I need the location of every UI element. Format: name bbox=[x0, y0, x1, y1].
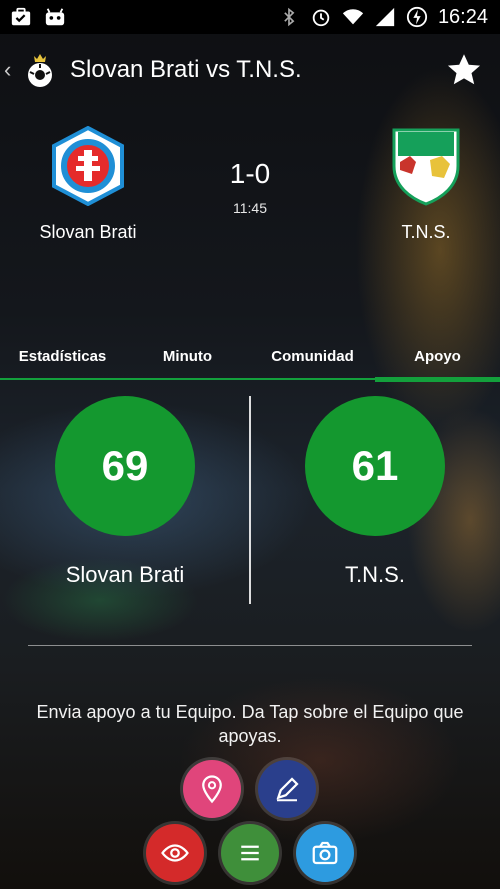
away-support-team-name[interactable]: T.N.S. bbox=[250, 562, 500, 588]
menu-icon bbox=[241, 845, 259, 861]
menu-button[interactable] bbox=[221, 824, 279, 882]
home-team-crest-icon bbox=[48, 125, 128, 207]
alarm-icon bbox=[310, 6, 332, 28]
home-support-button[interactable]: 69 bbox=[55, 396, 195, 536]
page-title: Slovan Brati vs T.N.S. bbox=[70, 56, 302, 83]
match-time: 11:45 bbox=[233, 200, 267, 216]
briefcase-check-icon bbox=[10, 6, 32, 28]
home-team[interactable]: Slovan Brati bbox=[8, 125, 168, 243]
battery-charging-icon bbox=[406, 6, 428, 28]
status-bar: 16:24 bbox=[0, 0, 500, 34]
chevron-left-icon[interactable]: ‹ bbox=[4, 57, 20, 83]
status-time: 16:24 bbox=[437, 5, 488, 28]
divider-horizontal bbox=[28, 645, 472, 646]
match-score-block: 1-0 11:45 bbox=[200, 158, 300, 216]
star-icon[interactable] bbox=[446, 52, 482, 88]
tab-apoyo[interactable]: Apoyo bbox=[375, 338, 500, 382]
tab-estadisticas[interactable]: Estadísticas bbox=[0, 338, 125, 380]
home-team-name: Slovan Brati bbox=[39, 222, 137, 242]
eye-icon bbox=[161, 844, 189, 862]
android-icon bbox=[44, 6, 66, 28]
away-support-count: 61 bbox=[351, 442, 399, 489]
away-team-crest-icon bbox=[386, 126, 466, 206]
app-bar: ‹ Slovan Brati vs T.N.S. bbox=[0, 34, 500, 106]
pencil-icon bbox=[276, 777, 299, 802]
tab-bar: Estadísticas Minuto Comunidad Apoyo bbox=[0, 338, 500, 382]
away-team[interactable]: T.N.S. bbox=[346, 126, 500, 243]
location-button[interactable] bbox=[183, 760, 241, 818]
support-instruction: Envia apoyo a tu Equipo. Da Tap sobre el… bbox=[36, 702, 464, 746]
away-support-button[interactable]: 61 bbox=[305, 396, 445, 536]
view-button[interactable] bbox=[146, 824, 204, 882]
tab-comunidad[interactable]: Comunidad bbox=[250, 338, 375, 380]
signal-icon bbox=[374, 6, 396, 28]
home-support-team-name[interactable]: Slovan Brati bbox=[0, 562, 250, 588]
write-button[interactable] bbox=[258, 760, 316, 818]
camera-icon bbox=[312, 841, 338, 865]
match-score: 1-0 bbox=[229, 158, 271, 189]
wifi-icon bbox=[342, 6, 364, 28]
bluetooth-icon bbox=[278, 6, 300, 28]
camera-button[interactable] bbox=[296, 824, 354, 882]
tab-underline bbox=[0, 378, 500, 380]
tab-minuto[interactable]: Minuto bbox=[125, 338, 250, 380]
home-support-count: 69 bbox=[101, 442, 149, 489]
away-team-name: T.N.S. bbox=[401, 222, 451, 242]
ball-crown-logo-icon[interactable] bbox=[24, 50, 56, 90]
location-pin-icon bbox=[202, 775, 222, 804]
